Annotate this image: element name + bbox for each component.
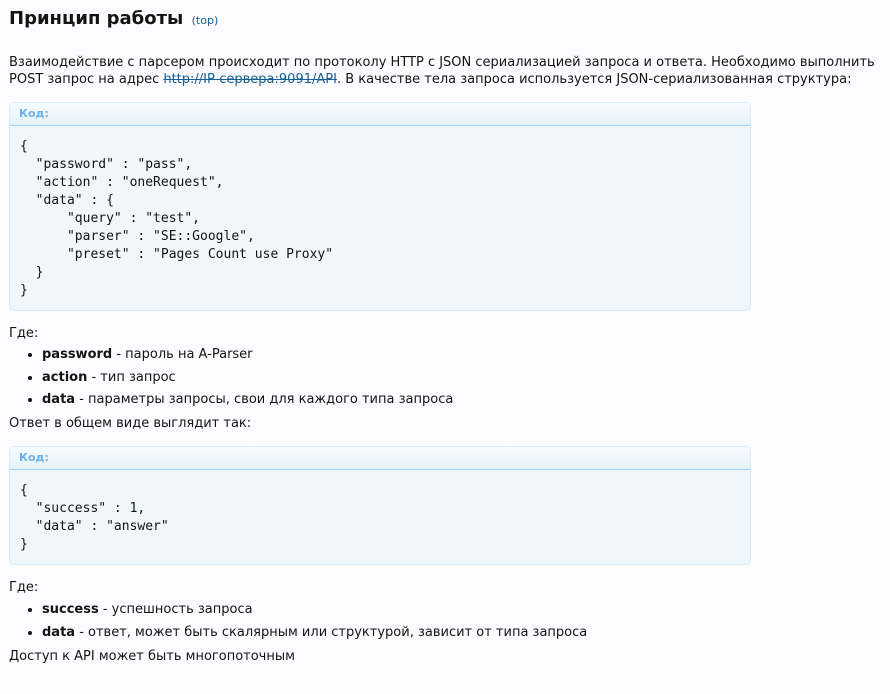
list-item: data - ответ, может быть скалярным или с… [42,624,587,647]
request-fields-list: password - пароль на A-Parser action - т… [9,346,453,414]
response-intro: Ответ в общем виде выглядит так: [9,416,252,431]
response-code-content[interactable]: { "success" : 1, "data" : "answer" } [10,470,750,554]
where-label: Где: [9,326,39,341]
field-name: action [42,369,88,385]
api-url-link[interactable]: http://IP-сервера:9091/API [163,72,337,87]
section-title-text: Принцип работы [9,8,184,29]
section-title: Принцип работы (top) [9,8,218,29]
field-desc: - ответ, может быть скалярным или структ… [75,624,588,640]
request-code-content[interactable]: { "password" : "pass", "action" : "oneRe… [10,126,750,300]
field-desc: - успешность запроса [98,602,253,617]
list-item: action - тип запрос [42,369,453,392]
response-code-block: Код: { "success" : 1, "data" : "answer" … [9,446,751,565]
field-desc: - пароль на A-Parser [112,347,253,362]
footer-note: Доступ к API может быть многопоточным [9,649,295,664]
intro-text-after: . В качестве тела запроса используется J… [336,72,852,87]
request-code-block: Код: { "password" : "pass", "action" : "… [9,102,751,311]
list-item: success - успешность запроса [42,601,587,624]
field-desc: - тип запрос [87,369,176,385]
intro-paragraph: Взаимодействие с парсером происходит по … [9,54,877,88]
field-name: data [42,392,76,407]
field-desc: - параметры запросы, свои для каждого ти… [75,392,454,407]
list-item: data - параметры запросы, свои для каждо… [42,391,453,414]
code-block-header: Код: [10,447,750,470]
where-label: Где: [9,580,39,595]
list-item: password - пароль на A-Parser [42,346,453,369]
response-fields-list: success - успешность запроса data - отве… [9,601,587,646]
top-link[interactable]: (top) [192,14,219,27]
field-name: password [42,347,113,362]
field-name: data [42,624,76,640]
code-block-header: Код: [10,103,750,126]
field-name: success [42,602,99,617]
